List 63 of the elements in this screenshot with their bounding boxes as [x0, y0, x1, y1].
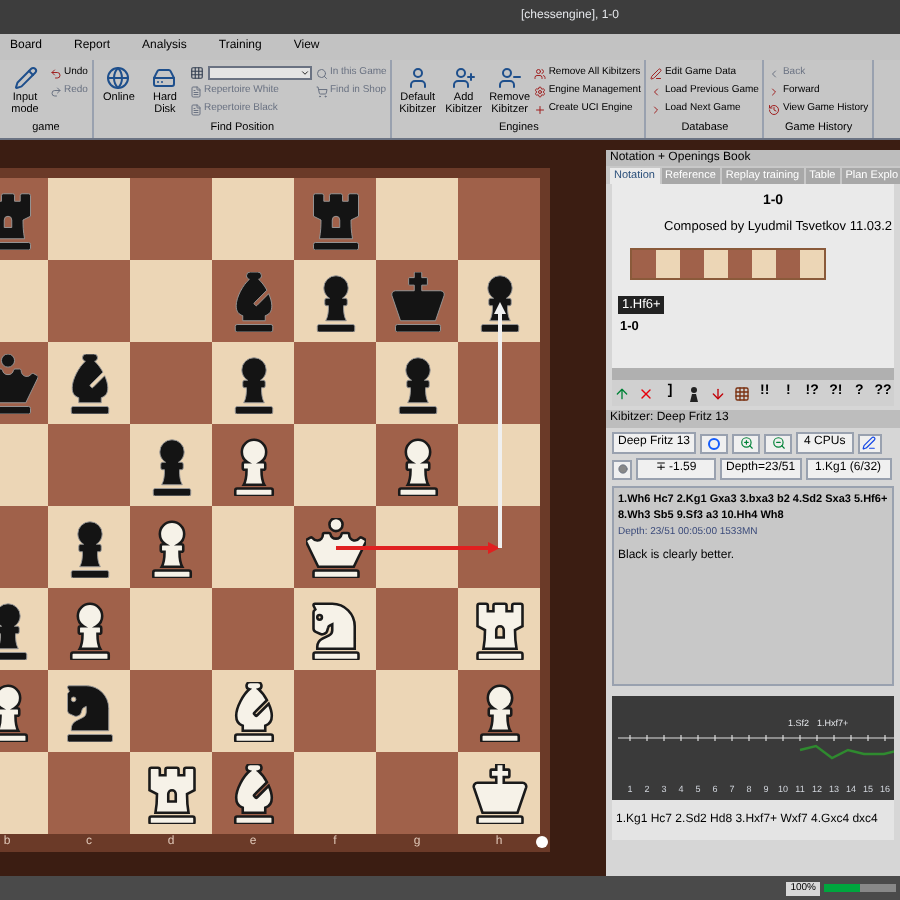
chevron-right-icon	[650, 103, 663, 115]
board-square[interactable]	[48, 506, 130, 588]
redo-icon	[50, 85, 62, 97]
zoom-track[interactable]	[824, 884, 896, 892]
cross-icon	[638, 385, 655, 401]
board-square[interactable]	[294, 588, 376, 670]
grid-button[interactable]	[730, 382, 752, 404]
board-square[interactable]	[212, 342, 294, 424]
people-icon	[534, 67, 547, 79]
king-piece[interactable]	[469, 763, 529, 823]
zoom-out-icon	[771, 436, 786, 450]
document-icon	[189, 103, 202, 115]
chevron-left-icon	[768, 67, 781, 79]
pencil-icon	[650, 67, 663, 79]
plus-icon	[534, 103, 547, 115]
board-square[interactable]	[48, 342, 130, 424]
arrow-up-icon	[614, 385, 631, 401]
pawn-icon	[687, 385, 700, 401]
position-dropdown[interactable]	[207, 66, 312, 80]
person-icon	[405, 66, 430, 90]
board-square[interactable]	[458, 752, 540, 834]
board-square[interactable]	[212, 424, 294, 506]
dot-icon	[617, 464, 627, 474]
document-icon	[189, 85, 202, 97]
board-square[interactable]	[294, 260, 376, 342]
zoom-in-button[interactable]	[732, 433, 761, 453]
chevron-left-icon	[650, 85, 663, 97]
globe-icon	[106, 66, 131, 90]
zoom-in-icon	[739, 436, 754, 450]
board-square[interactable]	[48, 588, 130, 670]
arrow-down-icon	[709, 385, 726, 401]
zoom-out-button[interactable]	[764, 433, 793, 453]
person-minus-icon	[497, 66, 522, 90]
pencil-icon	[13, 66, 37, 90]
board-square[interactable]	[376, 424, 458, 506]
board-square[interactable]	[130, 424, 212, 506]
grid-icon	[733, 385, 750, 401]
board-square[interactable]	[376, 342, 458, 424]
evaluation-curve	[799, 744, 894, 760]
board-icon	[189, 66, 204, 80]
settings-icon	[534, 85, 547, 97]
history-icon	[768, 103, 781, 115]
search-icon	[315, 67, 328, 79]
board-square[interactable]	[48, 670, 130, 752]
settings-button[interactable]	[612, 459, 632, 479]
board-square[interactable]	[130, 752, 212, 834]
board-square[interactable]	[130, 506, 212, 588]
board-square[interactable]	[212, 752, 294, 834]
board-square[interactable]	[294, 506, 376, 588]
chevron-right-icon	[768, 85, 781, 97]
edit-button[interactable]	[857, 433, 882, 453]
pencil-icon	[862, 436, 877, 450]
board-square[interactable]	[458, 670, 540, 752]
dropdown-icon	[299, 68, 310, 78]
board-square[interactable]	[458, 588, 540, 670]
undo-icon	[50, 67, 62, 79]
circle-icon	[708, 437, 721, 449]
board-square[interactable]	[458, 260, 540, 342]
queen-piece[interactable]	[305, 517, 365, 577]
person-plus-icon	[451, 66, 476, 90]
board-square[interactable]	[212, 670, 294, 752]
start-button[interactable]	[700, 433, 729, 453]
cart-icon	[315, 85, 328, 97]
